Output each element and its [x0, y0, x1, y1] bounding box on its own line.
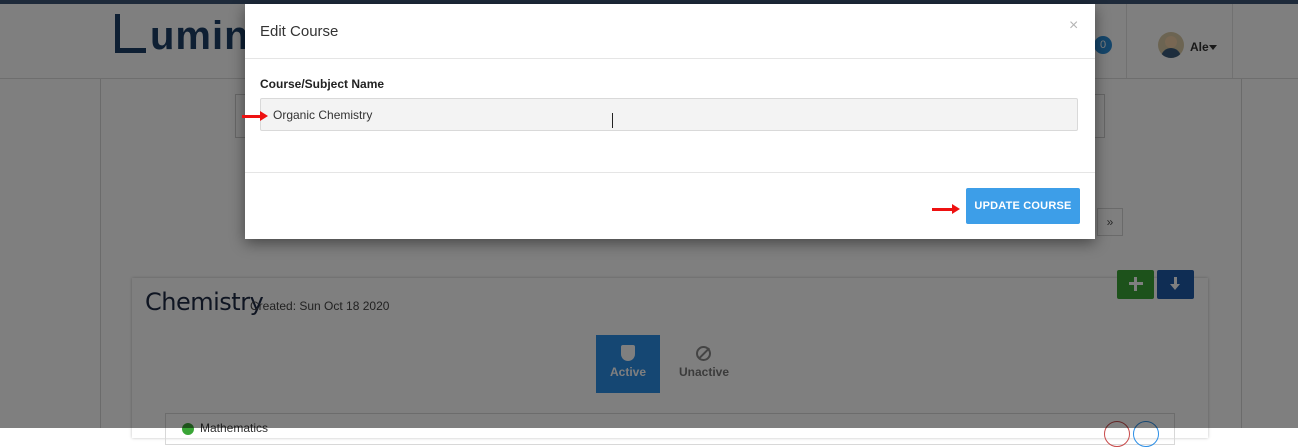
- update-course-button[interactable]: UPDATE COURSE: [966, 188, 1080, 224]
- modal-footer-divider: [245, 172, 1095, 173]
- modal-title: Edit Course: [260, 23, 339, 40]
- edit-course-modal: Edit Course × Course/Subject Name UPDATE…: [245, 4, 1095, 239]
- course-name-input[interactable]: [260, 98, 1078, 131]
- close-icon[interactable]: ×: [1069, 17, 1078, 35]
- text-cursor: [612, 113, 613, 128]
- modal-header-divider: [245, 58, 1095, 59]
- annotation-arrow-icon: [932, 204, 960, 214]
- course-name-label: Course/Subject Name: [260, 77, 385, 91]
- annotation-arrow-icon: [242, 111, 268, 121]
